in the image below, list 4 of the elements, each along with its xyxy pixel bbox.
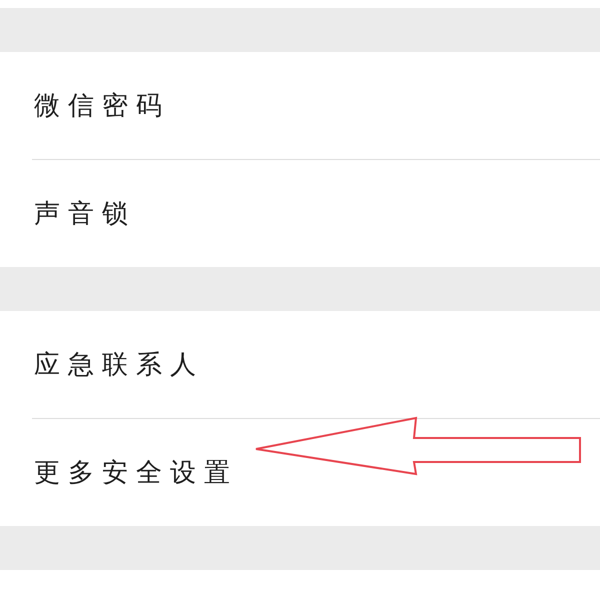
menu-item-label[interactable]: 应急联系人 — [34, 347, 204, 382]
menu-item-label[interactable]: 更多安全设置 — [34, 455, 238, 490]
menu-item-label[interactable]: 声音锁 — [34, 196, 136, 231]
menu-item-label[interactable]: 微信密码 — [34, 88, 170, 123]
